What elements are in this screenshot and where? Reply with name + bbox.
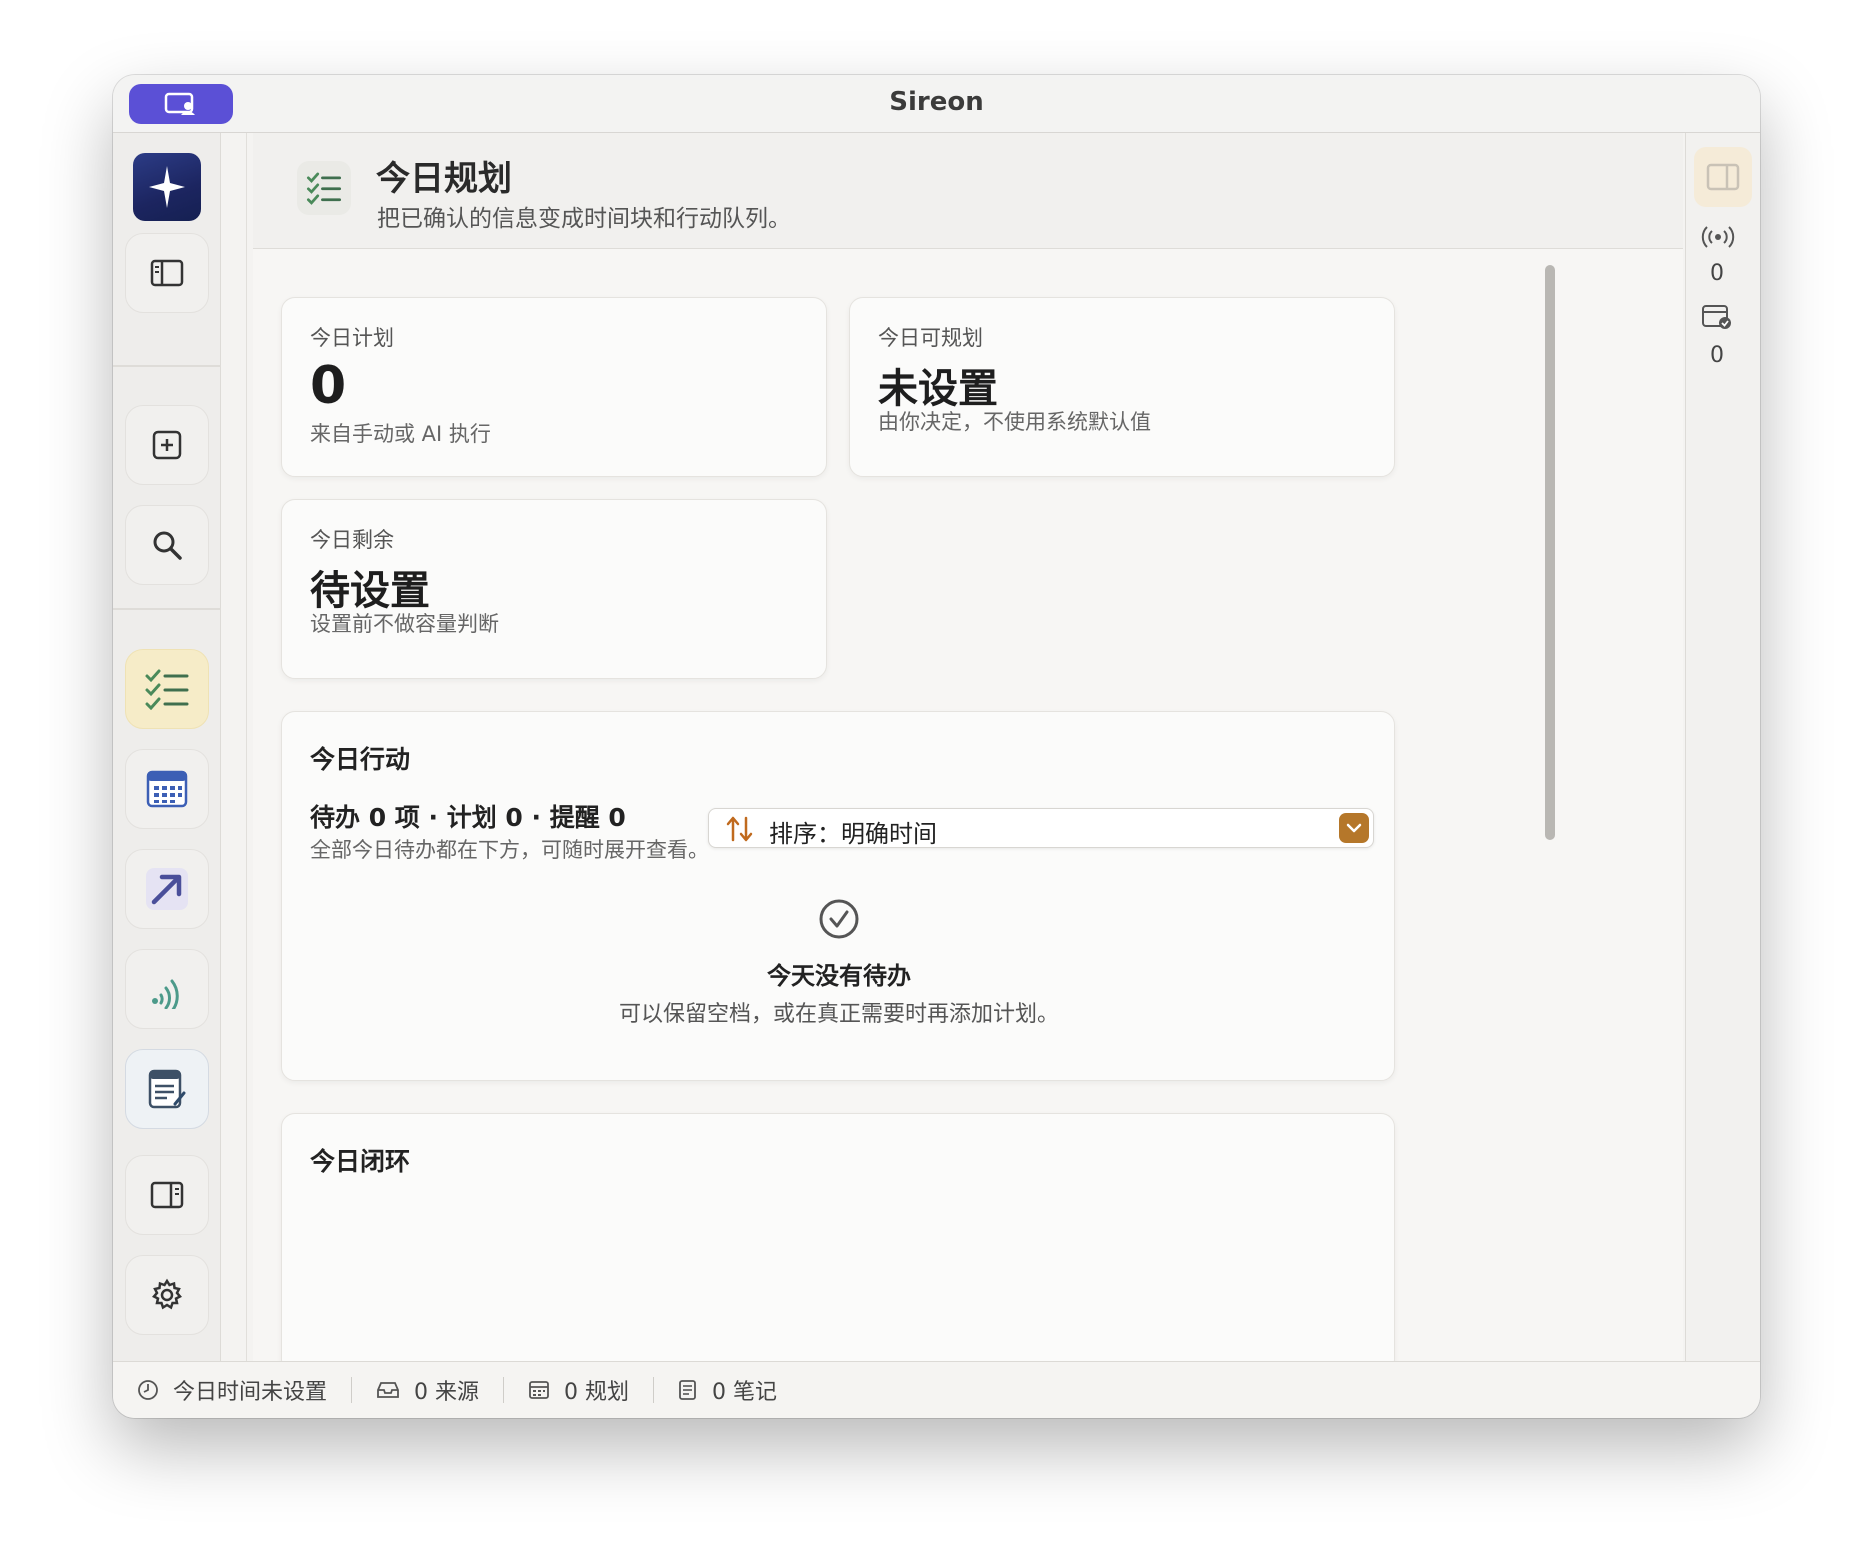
status-divider <box>503 1377 505 1403</box>
status-notes-text: 0 笔记 <box>712 1380 778 1405</box>
sidebar-item-progress[interactable] <box>125 849 209 929</box>
toggle-inspector-button[interactable] <box>125 1155 209 1235</box>
sidebar-splitter[interactable] <box>235 133 247 1361</box>
inbox-icon <box>377 1382 399 1398</box>
clock-icon <box>138 1380 158 1400</box>
title-bar: Sireon <box>113 75 1760 133</box>
app-logo[interactable] <box>133 153 201 221</box>
gear-icon <box>152 1278 182 1310</box>
window-title: Sireon <box>889 87 984 117</box>
right-panel-icon <box>150 1181 184 1209</box>
note-icon <box>679 1380 696 1400</box>
settings-button[interactable] <box>125 1255 209 1335</box>
calendar-icon <box>529 1381 549 1399</box>
checklist-icon <box>306 172 342 205</box>
status-bar: 今日时间未设置 0 来源 0 规划 0 笔记 <box>113 1361 1760 1418</box>
main-content: 今日规划 把已确认的信息变成时间块和行动队列。 今日计划 0 来自手动或 AI … <box>253 133 1683 1361</box>
search-button[interactable] <box>125 505 209 585</box>
sidebar-item-signals[interactable] <box>125 949 209 1029</box>
sidebar-item-notes[interactable] <box>125 1049 209 1129</box>
broadcast-icon <box>1701 225 1735 253</box>
calendar-icon <box>146 770 188 808</box>
status-time: 今日时间未设置 <box>137 1374 327 1406</box>
stat-label: 今日剩余 <box>310 528 394 552</box>
check-circle-icon <box>818 898 860 944</box>
scroll-area[interactable]: 今日计划 0 来自手动或 AI 执行 今日可规划 未设置 由你决定，不使用系统默… <box>253 249 1661 1361</box>
stat-desc: 设置前不做容量判断 <box>310 612 499 636</box>
calendar-count: 0 <box>1710 343 1724 368</box>
plus-square-icon <box>152 430 182 460</box>
page-subtitle: 把已确认的信息变成时间块和行动队列。 <box>377 206 791 232</box>
today-closure-card: 今日闭环 <box>281 1113 1395 1361</box>
stat-label: 今日可规划 <box>878 326 983 350</box>
sort-select[interactable]: 排序：明确时间 <box>708 808 1374 848</box>
section-title: 今日闭环 <box>310 1147 411 1176</box>
stat-card-available: 今日可规划 未设置 由你决定，不使用系统默认值 <box>849 297 1395 477</box>
status-sources: 0 来源 <box>376 1374 479 1406</box>
chevron-down-icon[interactable] <box>1339 813 1369 843</box>
stat-value: 0 <box>310 356 347 416</box>
empty-state-subtitle: 可以保留空档，或在真正需要时再添加计划。 <box>618 1002 1059 1027</box>
stat-desc: 由你决定，不使用系统默认值 <box>878 410 1151 434</box>
scrollbar[interactable] <box>1545 265 1555 840</box>
calendar-check-icon <box>1701 303 1733 335</box>
today-actions-card: 今日行动 待办 0 项 · 计划 0 · 提醒 0 全部今日待办都在下方，可随时… <box>281 711 1395 1081</box>
stat-card-plan: 今日计划 0 来自手动或 AI 执行 <box>281 297 827 477</box>
sidebar-divider <box>113 365 221 367</box>
star-logo-icon <box>149 166 185 208</box>
page-icon <box>297 161 351 215</box>
page-header: 今日规划 把已确认的信息变成时间块和行动队列。 <box>253 133 1683 249</box>
section-title: 今日行动 <box>310 745 411 774</box>
left-sidebar <box>113 133 221 1361</box>
status-divider <box>351 1377 353 1403</box>
toggle-inspector-button[interactable] <box>1694 147 1752 207</box>
stat-card-remaining: 今日剩余 待设置 设置前不做容量判断 <box>281 499 827 679</box>
page-title: 今日规划 <box>376 159 512 199</box>
status-sources-text: 0 来源 <box>414 1380 480 1405</box>
empty-state-title: 今天没有待办 <box>767 962 911 990</box>
checklist-icon <box>145 669 189 710</box>
status-notes: 0 笔记 <box>678 1374 777 1406</box>
sidebar-item-today-plan[interactable] <box>125 649 209 729</box>
arrow-up-right-icon <box>146 868 188 910</box>
sidebar-divider <box>113 608 221 610</box>
status-plans: 0 规划 <box>528 1374 629 1406</box>
action-counts-hint: 全部今日待办都在下方，可随时展开查看。 <box>310 838 709 862</box>
right-panel: 0 0 <box>1685 133 1760 1361</box>
signal-icon <box>152 979 179 1009</box>
status-divider <box>653 1377 655 1403</box>
search-icon <box>153 531 182 560</box>
sort-select-value: 排序：明确时间 <box>769 820 937 848</box>
toggle-sidebar-button[interactable] <box>125 233 209 313</box>
sidebar-item-calendar[interactable] <box>125 749 209 829</box>
action-counts: 待办 0 项 · 计划 0 · 提醒 0 <box>310 803 626 832</box>
app-window: Sireon 今日规划 把已确认的信息变成时间块和行动队列。 今日计划 0 来自… <box>113 75 1760 1418</box>
stat-label: 今日计划 <box>310 326 394 350</box>
note-edit-icon <box>148 1069 186 1109</box>
sidebar-icon <box>150 259 184 287</box>
sort-arrows-icon <box>726 816 753 842</box>
stat-desc: 来自手动或 AI 执行 <box>310 422 491 446</box>
new-item-button[interactable] <box>125 405 209 485</box>
status-time-text: 今日时间未设置 <box>173 1380 328 1405</box>
signal-count: 0 <box>1710 261 1724 286</box>
right-panel-icon <box>1706 163 1740 191</box>
status-plans-text: 0 规划 <box>564 1380 630 1405</box>
